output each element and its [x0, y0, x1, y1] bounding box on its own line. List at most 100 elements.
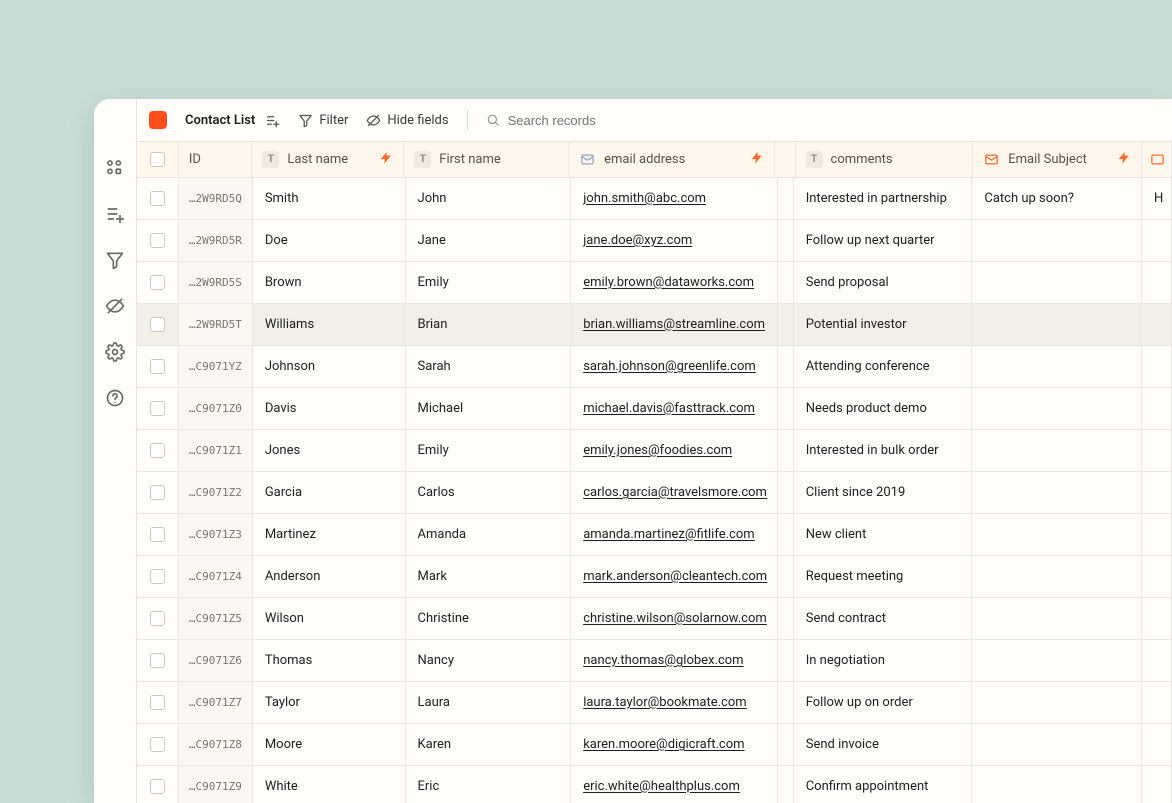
cell-last-name[interactable]: Brown: [253, 262, 406, 303]
cell-email[interactable]: john.smith@abc.com: [571, 178, 778, 219]
cell-first-name[interactable]: Mark: [406, 556, 572, 597]
email-link[interactable]: michael.davis@fasttrack.com: [583, 401, 755, 416]
row-select[interactable]: [137, 766, 179, 803]
cell-extra[interactable]: [1142, 724, 1172, 765]
cell-last-name[interactable]: Johnson: [253, 346, 406, 387]
email-link[interactable]: karen.moore@digicraft.com: [583, 737, 744, 752]
cell-first-name[interactable]: Amanda: [406, 514, 572, 555]
filter-rail-icon[interactable]: [105, 250, 125, 270]
row-select[interactable]: [137, 178, 179, 219]
filter-button[interactable]: Filter: [298, 113, 348, 128]
row-select[interactable]: [137, 514, 179, 555]
search-input[interactable]: [508, 113, 684, 128]
cell-comments[interactable]: Attending conference: [794, 346, 973, 387]
header-first-name[interactable]: T First name: [404, 142, 569, 177]
cell-comments[interactable]: In negotiation: [794, 640, 973, 681]
cell-extra[interactable]: [1142, 556, 1172, 597]
row-checkbox[interactable]: [150, 779, 165, 794]
cell-comments[interactable]: Confirm appointment: [794, 766, 973, 803]
cell-email[interactable]: emily.jones@foodies.com: [571, 430, 778, 471]
data-grid[interactable]: ID T Last name T First name email addres…: [137, 142, 1172, 803]
row-select[interactable]: [137, 388, 179, 429]
row-checkbox[interactable]: [150, 611, 165, 626]
email-link[interactable]: amanda.martinez@fitlife.com: [583, 527, 754, 542]
cell-last-name[interactable]: Anderson: [253, 556, 406, 597]
add-row-icon[interactable]: [105, 204, 125, 224]
cell-first-name[interactable]: Sarah: [406, 346, 572, 387]
cell-last-name[interactable]: Martinez: [253, 514, 406, 555]
email-link[interactable]: christine.wilson@solarnow.com: [583, 611, 767, 626]
table-row[interactable]: …2W9RD5RDoeJanejane.doe@xyz.comFollow up…: [137, 220, 1172, 262]
table-row[interactable]: …C9071Z2GarciaCarloscarlos.garcia@travel…: [137, 472, 1172, 514]
table-row[interactable]: …C9071Z1JonesEmilyemily.jones@foodies.co…: [137, 430, 1172, 472]
row-select[interactable]: [137, 724, 179, 765]
cell-comments[interactable]: New client: [794, 514, 973, 555]
cell-email[interactable]: karen.moore@digicraft.com: [571, 724, 778, 765]
header-last-name[interactable]: T Last name: [252, 142, 404, 177]
cell-last-name[interactable]: Jones: [253, 430, 406, 471]
cell-email[interactable]: amanda.martinez@fitlife.com: [571, 514, 778, 555]
cell-first-name[interactable]: Michael: [406, 388, 572, 429]
cell-subject[interactable]: [972, 430, 1142, 471]
cell-comments[interactable]: Request meeting: [794, 556, 973, 597]
row-select[interactable]: [137, 640, 179, 681]
cell-email[interactable]: emily.brown@dataworks.com: [571, 262, 778, 303]
cell-last-name[interactable]: Davis: [253, 388, 406, 429]
cell-extra[interactable]: [1142, 262, 1172, 303]
cell-subject[interactable]: [972, 766, 1142, 803]
hide-fields-button[interactable]: Hide fields: [366, 113, 448, 128]
row-select[interactable]: [137, 430, 179, 471]
table-row[interactable]: …C9071Z9WhiteEriceric.white@healthplus.c…: [137, 766, 1172, 803]
cell-subject[interactable]: [972, 514, 1142, 555]
cell-email[interactable]: michael.davis@fasttrack.com: [571, 388, 778, 429]
row-select[interactable]: [137, 346, 179, 387]
cell-email[interactable]: eric.white@healthplus.com: [571, 766, 778, 803]
cell-comments[interactable]: Interested in partnership: [794, 178, 973, 219]
email-link[interactable]: laura.taylor@bookmate.com: [583, 695, 746, 710]
cell-first-name[interactable]: Emily: [406, 262, 572, 303]
row-checkbox[interactable]: [150, 443, 165, 458]
cell-email[interactable]: christine.wilson@solarnow.com: [571, 598, 778, 639]
cell-last-name[interactable]: Williams: [253, 304, 406, 345]
cell-comments[interactable]: Send invoice: [794, 724, 973, 765]
table-row[interactable]: …2W9RD5QSmithJohnjohn.smith@abc.comInter…: [137, 178, 1172, 220]
email-link[interactable]: john.smith@abc.com: [583, 191, 706, 206]
cell-first-name[interactable]: Emily: [406, 430, 572, 471]
settings-rail-icon[interactable]: [105, 342, 125, 362]
email-link[interactable]: sarah.johnson@greenlife.com: [583, 359, 756, 374]
cell-last-name[interactable]: Garcia: [253, 472, 406, 513]
row-checkbox[interactable]: [150, 233, 165, 248]
table-row[interactable]: …C9071Z3MartinezAmandaamanda.martinez@fi…: [137, 514, 1172, 556]
cell-last-name[interactable]: Wilson: [253, 598, 406, 639]
row-select[interactable]: [137, 220, 179, 261]
row-select[interactable]: [137, 472, 179, 513]
email-link[interactable]: mark.anderson@cleantech.com: [583, 569, 767, 584]
cell-first-name[interactable]: Nancy: [406, 640, 572, 681]
cell-email[interactable]: jane.doe@xyz.com: [571, 220, 778, 261]
cell-first-name[interactable]: Carlos: [406, 472, 572, 513]
help-rail-icon[interactable]: [105, 388, 125, 408]
cell-email[interactable]: brian.williams@streamline.com: [571, 304, 778, 345]
row-select[interactable]: [137, 262, 179, 303]
table-row[interactable]: …C9071Z4AndersonMarkmark.anderson@cleant…: [137, 556, 1172, 598]
cell-email[interactable]: nancy.thomas@globex.com: [571, 640, 778, 681]
email-link[interactable]: emily.jones@foodies.com: [583, 443, 732, 458]
header-select-all[interactable]: [137, 142, 179, 177]
cell-extra[interactable]: [1142, 598, 1172, 639]
table-row[interactable]: …C9071Z0DavisMichaelmichael.davis@fasttr…: [137, 388, 1172, 430]
cell-last-name[interactable]: White: [253, 766, 406, 803]
row-checkbox[interactable]: [150, 359, 165, 374]
cell-comments[interactable]: Needs product demo: [794, 388, 973, 429]
cell-subject[interactable]: [972, 472, 1142, 513]
row-checkbox[interactable]: [150, 653, 165, 668]
cell-last-name[interactable]: Taylor: [253, 682, 406, 723]
table-row[interactable]: …2W9RD5TWilliamsBrianbrian.williams@stre…: [137, 304, 1172, 346]
cell-first-name[interactable]: Laura: [406, 682, 572, 723]
cell-subject[interactable]: [972, 220, 1142, 261]
cell-subject[interactable]: [972, 598, 1142, 639]
cell-first-name[interactable]: Christine: [406, 598, 572, 639]
email-link[interactable]: jane.doe@xyz.com: [583, 233, 692, 248]
email-link[interactable]: nancy.thomas@globex.com: [583, 653, 743, 668]
cell-extra[interactable]: [1142, 640, 1172, 681]
cell-extra[interactable]: [1142, 388, 1172, 429]
